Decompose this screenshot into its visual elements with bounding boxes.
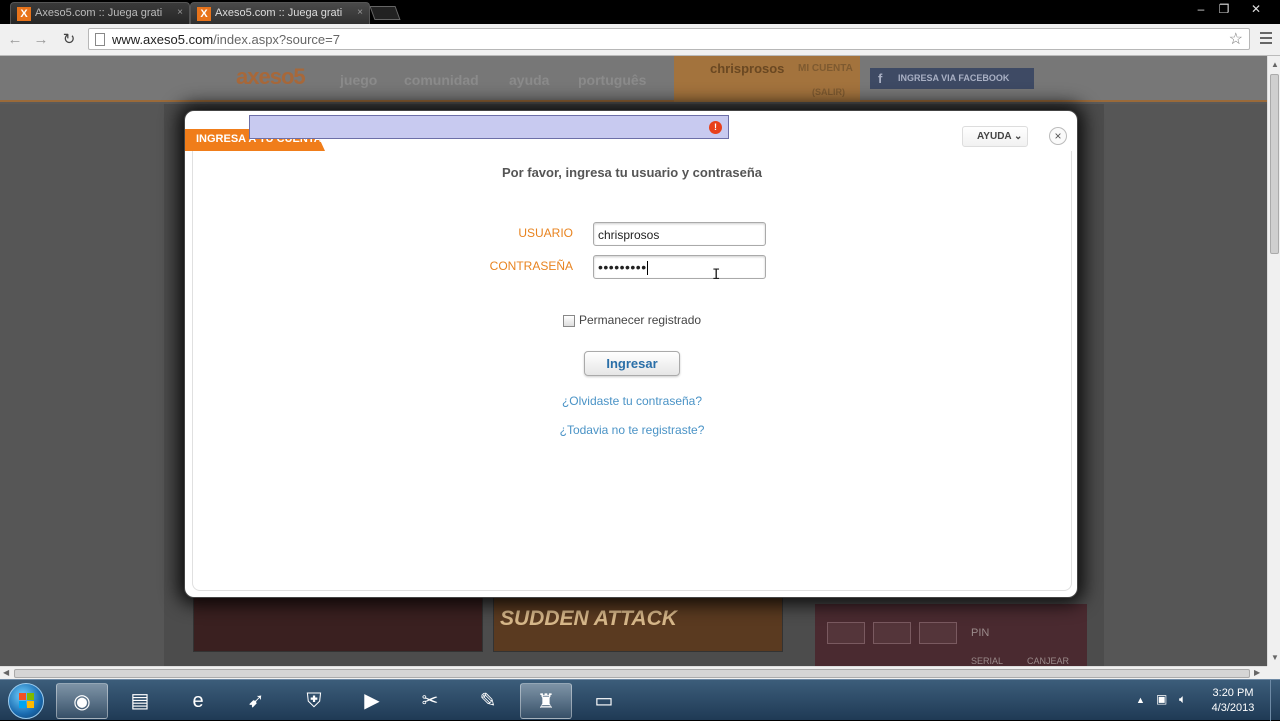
vertical-scroll-thumb[interactable] [1270, 74, 1279, 254]
nav-comunidad[interactable]: comunidad [404, 72, 479, 88]
address-bar[interactable]: www.axeso5.com/index.aspx?source=7 ☆ [88, 28, 1250, 50]
pin-box[interactable] [873, 622, 911, 644]
axeso5-favicon-icon: X [17, 7, 31, 21]
horizontal-scroll-thumb[interactable] [14, 669, 1250, 678]
reload-button[interactable]: ↻ [59, 31, 79, 49]
warning-icon: ! [709, 121, 722, 134]
browser-menu-icon[interactable] [1260, 32, 1272, 47]
game-banner-title: SUDDEN ATTACK [500, 607, 677, 630]
taskbar-weapon-icon[interactable]: ➹ [230, 683, 282, 719]
windows-logo-icon [19, 693, 35, 709]
taskbar-folder-icon[interactable]: ▭ [578, 683, 630, 719]
contrasena-label: CONTRASEÑA [489, 259, 573, 273]
axeso5-logo[interactable]: axeso5 [236, 64, 306, 90]
username-label: chrisprosos [710, 61, 785, 76]
vertical-scrollbar[interactable]: ▲ ▼ [1267, 56, 1280, 666]
scrollbar-corner [1267, 666, 1280, 679]
browser-toolbar: ← → ↻ www.axeso5.com/index.aspx?source=7… [0, 24, 1280, 56]
clock-date: 4/3/2013 [1211, 702, 1255, 714]
taskbar-ccleaner-icon[interactable]: ✂ [404, 683, 456, 719]
back-button[interactable]: ← [5, 31, 25, 49]
scroll-left-icon[interactable]: ◀ [3, 668, 9, 677]
taskbar-explorer-icon[interactable]: ▤ [114, 683, 166, 719]
taskbar-chrome-icon[interactable]: ◉ [56, 683, 108, 719]
modal-close-button[interactable]: × [1049, 127, 1067, 145]
mi-cuenta-link[interactable]: MI CUENTA [798, 63, 853, 74]
usuario-input[interactable]: chrisprosos [593, 222, 766, 246]
forward-button[interactable]: → [31, 31, 51, 49]
url-domain: www.axeso5.com [112, 32, 214, 47]
start-button[interactable] [8, 683, 44, 719]
taskbar-clock[interactable]: 3:20 PM 4/3/2013 [1203, 686, 1263, 716]
text-caret [646, 261, 648, 276]
browser-tabstrip: X Axeso5.com :: Juega grati × X Axeso5.c… [0, 0, 1280, 24]
minimize-button[interactable]: – [1190, 2, 1212, 16]
contrasena-input[interactable]: ••••••••• [593, 255, 766, 279]
usuario-label: USUARIO [518, 226, 573, 240]
ingresar-button[interactable]: Ingresar [584, 351, 680, 376]
url-text: www.axeso5.com/index.aspx?source=7 [112, 32, 340, 47]
scroll-down-icon[interactable]: ▼ [1271, 653, 1279, 662]
facebook-login-label: INGRESA VIA FACEBOOK [898, 73, 1010, 83]
remember-label[interactable]: Permanecer registrado [579, 313, 701, 327]
window-close-button[interactable]: ✕ [1245, 2, 1267, 16]
nav-ayuda[interactable]: ayuda [509, 72, 549, 88]
volume-icon[interactable]: 🔈︎ [1179, 692, 1186, 707]
scroll-up-icon[interactable]: ▲ [1271, 60, 1279, 69]
remember-checkbox[interactable] [563, 315, 575, 327]
pin-label: PIN [971, 627, 990, 639]
ibeam-cursor-icon: I [712, 267, 721, 283]
tray-arrow-icon[interactable]: ▲ [1136, 695, 1145, 705]
clock-time: 3:20 PM [1212, 687, 1254, 699]
network-icon[interactable]: ▣ [1156, 692, 1167, 706]
horizontal-scrollbar[interactable]: ◀ ▶ [0, 666, 1267, 679]
nav-portugues[interactable]: português [578, 72, 646, 88]
login-modal: INGRESA A TU CUENTA ! AYUDA ⌄ × Por favo… [184, 110, 1078, 598]
password-mask: ••••••••• [598, 259, 647, 275]
ayuda-dropdown[interactable]: AYUDA ⌄ [962, 126, 1028, 147]
taskbar-ie-icon[interactable]: e [172, 683, 224, 719]
show-desktop-button[interactable] [1270, 680, 1280, 721]
restore-button[interactable]: ❐ [1213, 2, 1235, 16]
salir-link[interactable]: (SALIR) [812, 87, 845, 97]
taskbar-paint-icon[interactable]: ✎ [462, 683, 514, 719]
pin-box[interactable] [919, 622, 957, 644]
tab-close-icon[interactable]: × [177, 7, 183, 18]
axeso5-favicon-icon: X [197, 7, 211, 21]
game-thumbnail-1[interactable] [193, 596, 483, 652]
tab-title: Axeso5.com :: Juega grati [215, 7, 343, 19]
serial-label: SERIAL [971, 656, 1004, 666]
site-header: axeso5 juego comunidad ayuda português c… [0, 56, 1267, 102]
browser-tab-1[interactable]: X Axeso5.com :: Juega grati × [10, 2, 190, 24]
tab-title: Axeso5.com :: Juega grati [35, 7, 163, 19]
taskbar-shield-icon[interactable]: ⛨ [288, 683, 340, 719]
pin-redeem-panel: PIN SERIAL CANJEAR [815, 604, 1087, 666]
pin-box[interactable] [827, 622, 865, 644]
forgot-password-link[interactable]: ¿Olvidaste tu contraseña? [185, 394, 1079, 408]
facebook-icon: f [878, 71, 883, 86]
register-link[interactable]: ¿Todavia no te registraste? [185, 423, 1079, 437]
new-tab-button[interactable] [369, 6, 401, 20]
taskbar-game-icon[interactable]: ♜ [520, 683, 572, 719]
canjear-label: CANJEAR [1027, 656, 1070, 666]
page-icon [95, 33, 105, 46]
game-thumbnail-sudden-attack[interactable]: SUDDEN ATTACK [493, 596, 783, 652]
login-heading: Por favor, ingresa tu usuario y contrase… [501, 165, 763, 180]
browser-tab-2[interactable]: X Axeso5.com :: Juega grati × [190, 2, 370, 24]
scroll-right-icon[interactable]: ▶ [1254, 668, 1260, 677]
notification-bar: ! [249, 115, 729, 139]
facebook-login-button[interactable]: f INGRESA VIA FACEBOOK [870, 68, 1034, 89]
windows-taskbar: ◉ ▤ e ➹ ⛨ ▶ ✂ ✎ ♜ ▭ ▲ ▣ 🔈︎ 3:20 PM 4/3/2… [0, 679, 1280, 721]
bookmark-star-icon[interactable]: ☆ [1229, 29, 1243, 49]
user-account-box: chrisprosos MI CUENTA (SALIR) [674, 56, 860, 102]
url-path: /index.aspx?source=7 [213, 32, 340, 47]
taskbar-media-icon[interactable]: ▶ [346, 683, 398, 719]
nav-juego[interactable]: juego [340, 72, 377, 88]
tab-close-icon[interactable]: × [357, 7, 363, 18]
